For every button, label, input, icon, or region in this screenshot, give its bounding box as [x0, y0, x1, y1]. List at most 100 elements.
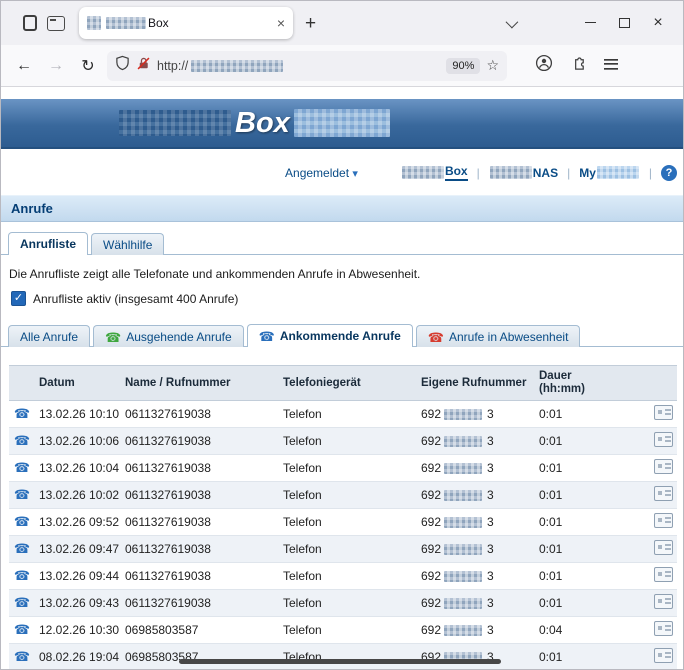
redacted-number-part — [444, 544, 482, 555]
filter-tab-alle-anrufe[interactable]: Alle Anrufe — [8, 325, 90, 347]
maximize-button[interactable] — [607, 14, 641, 32]
call-dauer: 0:01 — [535, 509, 639, 536]
redacted-number-part — [444, 463, 482, 474]
tab-title: Box — [106, 16, 271, 30]
call-rufnummer: 06985803587 — [121, 617, 279, 644]
phonebook-add-icon[interactable] — [654, 405, 673, 420]
tab-anrufliste[interactable]: Anrufliste — [8, 232, 88, 255]
description-text: Die Anrufliste zeigt alle Telefonate und… — [9, 267, 683, 281]
tab-list-chevron-icon[interactable] — [506, 15, 519, 28]
insecure-lock-icon[interactable] — [136, 56, 151, 76]
call-row: ☎ 13.02.26 09:43 0611327619038 Telefon 6… — [9, 590, 677, 617]
call-geraet: Telefon — [279, 563, 417, 590]
logged-in-menu[interactable]: Angemeldet ▾ — [285, 166, 358, 180]
phonebook-add-icon[interactable] — [654, 594, 673, 609]
call-rufnummer: 0611327619038 — [121, 590, 279, 617]
col-actions — [639, 366, 677, 401]
browser-toolbar: ← → ↻ http:// 90% ☆ — [1, 45, 683, 87]
call-dauer: 0:01 — [535, 455, 639, 482]
call-row: ☎ 13.02.26 09:52 0611327619038 Telefon 6… — [9, 509, 677, 536]
nav-link-myfritz[interactable]: My — [579, 166, 640, 180]
shield-icon[interactable] — [115, 55, 130, 76]
minimize-button[interactable] — [573, 14, 607, 32]
tab-favicon-redacted — [87, 16, 101, 30]
incoming-call-icon: ☎ — [14, 541, 30, 556]
redacted-number-part — [444, 571, 482, 582]
anrufliste-aktiv-row: ✓ Anrufliste aktiv (insgesamt 400 Anrufe… — [11, 291, 683, 306]
url-text: http:// — [157, 59, 440, 73]
url-bar[interactable]: http:// 90% ☆ — [107, 51, 507, 81]
redacted-logo-prefix — [119, 110, 231, 136]
back-button[interactable]: ← — [11, 57, 37, 75]
help-button[interactable]: ? — [661, 165, 677, 181]
brand-banner: Box — [1, 99, 683, 149]
call-list-table: Datum Name / Rufnummer Telefoniegerät Ei… — [9, 365, 677, 670]
account-icon[interactable] — [535, 54, 553, 77]
call-dauer: 0:04 — [535, 617, 639, 644]
filter-tab-ankommende[interactable]: ☎ Ankommende Anrufe — [247, 324, 413, 347]
phonebook-add-icon[interactable] — [654, 621, 673, 636]
call-datum: 13.02.26 10:10 — [35, 401, 121, 428]
call-dauer: 0:01 — [535, 428, 639, 455]
horizontal-scrollbar-thumb[interactable] — [179, 659, 501, 664]
call-dauer: 0:01 — [535, 482, 639, 509]
call-geraet: Telefon — [279, 455, 417, 482]
new-tab-button[interactable]: + — [305, 14, 316, 33]
call-row: ☎ 13.02.26 10:04 0611327619038 Telefon 6… — [9, 455, 677, 482]
redacted-logo-suffix — [294, 109, 390, 137]
bookmark-star-icon[interactable]: ☆ — [486, 57, 499, 74]
call-datum: 13.02.26 10:02 — [35, 482, 121, 509]
call-row: ☎ 12.02.26 10:30 06985803587 Telefon 692… — [9, 617, 677, 644]
col-telefoniegeraet: Telefoniegerät — [279, 366, 417, 401]
call-rufnummer: 0611327619038 — [121, 563, 279, 590]
redacted-brand — [402, 166, 444, 179]
window-close-button[interactable]: × — [641, 14, 675, 32]
col-dauer: Dauer (hh:mm) — [535, 366, 639, 401]
incoming-call-icon: ☎ — [14, 433, 30, 448]
caret-down-icon: ▾ — [352, 168, 358, 180]
browser-tab[interactable]: Box × — [79, 7, 293, 39]
logo-text: Box — [235, 107, 290, 140]
phonebook-add-icon[interactable] — [654, 567, 673, 582]
phonebook-add-icon[interactable] — [654, 432, 673, 447]
zoom-level-badge[interactable]: 90% — [446, 58, 480, 74]
redacted-number-part — [444, 625, 482, 636]
call-geraet: Telefon — [279, 536, 417, 563]
phonebook-add-icon[interactable] — [654, 459, 673, 474]
tab-waehlhilfe[interactable]: Wählhilfe — [91, 233, 164, 255]
call-eigene-rufnummer: 6923 — [417, 563, 535, 590]
call-rufnummer: 0611327619038 — [121, 401, 279, 428]
call-dauer: 0:01 — [535, 644, 639, 670]
filter-tab-abwesenheit[interactable]: ☎ Anrufe in Abwesenheit — [416, 325, 581, 347]
forward-button[interactable]: → — [43, 57, 69, 75]
nav-separator: | — [567, 166, 570, 180]
call-eigene-rufnummer: 6923 — [417, 617, 535, 644]
redacted-url — [191, 60, 283, 72]
call-rufnummer: 0611327619038 — [121, 536, 279, 563]
menu-icon[interactable] — [604, 57, 618, 75]
call-row: ☎ 13.02.26 10:02 0611327619038 Telefon 6… — [9, 482, 677, 509]
tab-overview-icon[interactable] — [47, 16, 65, 31]
call-datum: 13.02.26 10:04 — [35, 455, 121, 482]
phonebook-add-icon[interactable] — [654, 648, 673, 663]
extensions-icon[interactable] — [570, 55, 587, 77]
reload-button[interactable]: ↻ — [75, 56, 101, 76]
page-title: Anrufe — [1, 195, 683, 222]
anrufliste-aktiv-checkbox[interactable]: ✓ — [11, 291, 26, 306]
nav-link-fritzbox[interactable]: Box — [401, 164, 468, 181]
phonebook-add-icon[interactable] — [654, 486, 673, 501]
nav-link-nas[interactable]: NAS — [489, 166, 558, 180]
call-geraet: Telefon — [279, 509, 417, 536]
filter-tab-ausgehende[interactable]: ☎ Ausgehende Anrufe — [93, 325, 244, 347]
phonebook-add-icon[interactable] — [654, 513, 673, 528]
firefox-view-icon[interactable] — [23, 15, 37, 31]
call-datum: 13.02.26 09:52 — [35, 509, 121, 536]
tab-close-icon[interactable]: × — [277, 15, 285, 31]
phonebook-add-icon[interactable] — [654, 540, 673, 555]
incoming-call-icon: ☎ — [14, 487, 30, 502]
incoming-call-icon: ☎ — [14, 514, 30, 529]
call-row: ☎ 13.02.26 10:06 0611327619038 Telefon 6… — [9, 428, 677, 455]
call-rufnummer: 0611327619038 — [121, 482, 279, 509]
redacted-number-part — [444, 517, 482, 528]
call-row: ☎ 13.02.26 10:10 0611327619038 Telefon 6… — [9, 401, 677, 428]
